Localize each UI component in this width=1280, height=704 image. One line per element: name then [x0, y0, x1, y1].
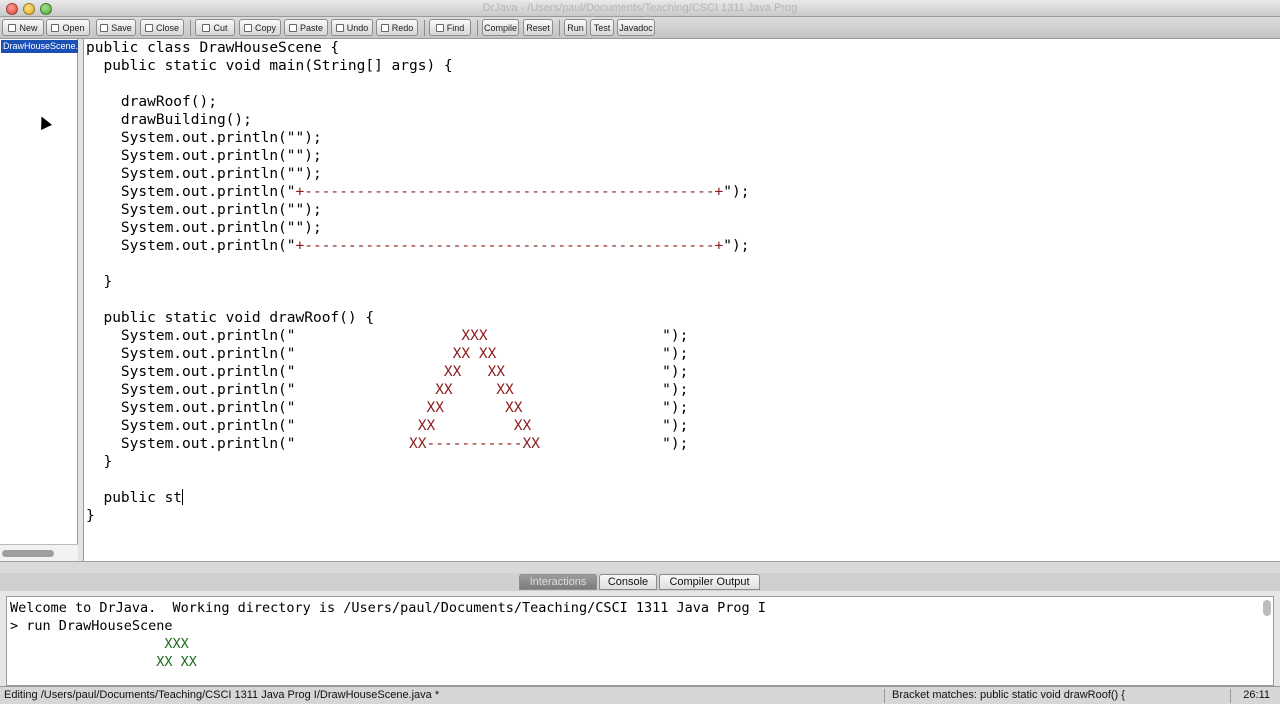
status-bar: Editing /Users/paul/Documents/Teaching/C… [0, 686, 1280, 704]
code-line[interactable]: public class DrawHouseScene { [86, 39, 749, 57]
tab-strip: Interactions Console Compiler Output [0, 573, 1280, 591]
status-cursor-position: 26:11 [1243, 689, 1270, 701]
title-bar: DrJava - /Users/paul/Documents/Teaching/… [0, 0, 1280, 26]
interactions-line: XX XX [10, 654, 197, 670]
code-line[interactable]: System.out.println(""); [86, 201, 749, 219]
close-window-button[interactable] [6, 3, 18, 15]
vertical-scrollbar[interactable] [1263, 600, 1271, 616]
string-literal: +---------------------------------------… [295, 184, 724, 200]
interactions-text[interactable]: Welcome to DrJava. Working directory is … [10, 599, 766, 671]
code-line[interactable]: System.out.println(" XX XX "); [86, 363, 749, 381]
code-editor[interactable]: public class DrawHouseScene { public sta… [84, 39, 1280, 561]
status-bracket-match: Bracket matches: public static void draw… [892, 689, 1125, 701]
code-line[interactable]: System.out.println(" XXX "); [86, 327, 749, 345]
close-file-icon [144, 23, 153, 32]
code-line[interactable]: System.out.println(""); [86, 129, 749, 147]
status-separator [884, 689, 885, 703]
close-file-button[interactable]: Close [140, 19, 184, 36]
toolbar-separator [477, 20, 478, 36]
toolbar-separator [559, 20, 560, 36]
tab-console[interactable]: Console [599, 574, 657, 590]
binoculars-icon [435, 23, 444, 32]
code-line[interactable] [86, 471, 749, 489]
code-line[interactable]: } [86, 453, 749, 471]
string-literal: XX XX [295, 400, 663, 416]
status-separator [1230, 689, 1231, 703]
string-literal: XXX [295, 328, 663, 344]
paste-button[interactable]: Paste [284, 19, 328, 36]
zoom-window-button[interactable] [40, 3, 52, 15]
undo-button[interactable]: Undo [331, 19, 373, 36]
redo-button[interactable]: Redo [376, 19, 418, 36]
string-literal: +---------------------------------------… [295, 238, 724, 254]
string-literal: XX XX [295, 418, 663, 434]
interactions-line: > run DrawHouseScene [10, 618, 173, 634]
copy-button[interactable]: Copy [239, 19, 281, 36]
code-line[interactable]: } [86, 507, 749, 525]
code-line[interactable]: public static void main(String[] args) { [86, 57, 749, 75]
pane-splitter[interactable] [0, 561, 1280, 573]
new-file-icon [8, 23, 17, 32]
string-literal: XX-----------XX [295, 436, 663, 452]
text-caret [182, 489, 184, 505]
redo-icon [380, 23, 389, 32]
code-line[interactable]: System.out.println(""); [86, 165, 749, 183]
interactions-line: XXX [10, 636, 189, 652]
save-button[interactable]: Save [96, 19, 136, 36]
string-literal: XX XX [295, 382, 663, 398]
toolbar-separator [424, 20, 425, 36]
paste-icon [288, 23, 297, 32]
javadoc-button[interactable]: Javadoc [617, 19, 655, 36]
cut-button[interactable]: Cut [195, 19, 235, 36]
code-line[interactable]: public static void drawRoof() { [86, 309, 749, 327]
code-line[interactable]: System.out.println(" XX-----------XX "); [86, 435, 749, 453]
open-button[interactable]: Open [46, 19, 90, 36]
compile-button[interactable]: Compile [482, 19, 519, 36]
code-line[interactable]: System.out.println(" XX XX "); [86, 381, 749, 399]
reset-button[interactable]: Reset [523, 19, 553, 36]
folder-icon [51, 23, 60, 32]
code-line[interactable] [86, 255, 749, 273]
save-icon [100, 23, 109, 32]
interactions-line: Welcome to DrJava. Working directory is … [10, 600, 766, 616]
interactions-pane[interactable]: Welcome to DrJava. Working directory is … [6, 596, 1274, 686]
string-literal: XX XX [295, 364, 663, 380]
code-line[interactable]: System.out.println(" XX XX "); [86, 345, 749, 363]
code-line[interactable]: System.out.println(""); [86, 219, 749, 237]
file-item-drawhousescene[interactable]: DrawHouseScene. [1, 40, 81, 53]
code-line[interactable]: System.out.println(" XX XX "); [86, 417, 749, 435]
toolbar-separator [190, 20, 191, 36]
copy-icon [243, 23, 252, 32]
code-line[interactable]: System.out.println("+-------------------… [86, 237, 750, 255]
code-line[interactable]: drawRoof(); [86, 93, 749, 111]
status-editing-path: Editing /Users/paul/Documents/Teaching/C… [4, 689, 440, 701]
undo-icon [335, 23, 344, 32]
code-line[interactable]: drawBuilding(); [86, 111, 749, 129]
code-line[interactable]: System.out.println("+-------------------… [86, 183, 750, 201]
code-text[interactable]: public class DrawHouseScene { public sta… [86, 39, 749, 525]
toolbar: New Open Save Close Cut Copy Paste Undo … [0, 17, 1280, 39]
run-button[interactable]: Run [564, 19, 587, 36]
string-literal: XX XX [295, 346, 663, 362]
tab-compiler-output[interactable]: Compiler Output [659, 574, 760, 590]
code-line[interactable]: public st [86, 489, 749, 507]
find-button[interactable]: Find [429, 19, 471, 36]
scissors-icon [202, 23, 211, 32]
code-line[interactable] [86, 75, 749, 93]
code-line[interactable]: } [86, 273, 749, 291]
code-line[interactable]: System.out.println(" XX XX "); [86, 399, 749, 417]
minimize-window-button[interactable] [23, 3, 35, 15]
test-button[interactable]: Test [590, 19, 614, 36]
code-line[interactable] [86, 291, 749, 309]
code-line[interactable]: System.out.println(""); [86, 147, 749, 165]
horizontal-scrollbar[interactable] [2, 550, 54, 557]
new-button[interactable]: New [2, 19, 44, 36]
tab-interactions[interactable]: Interactions [519, 574, 597, 590]
